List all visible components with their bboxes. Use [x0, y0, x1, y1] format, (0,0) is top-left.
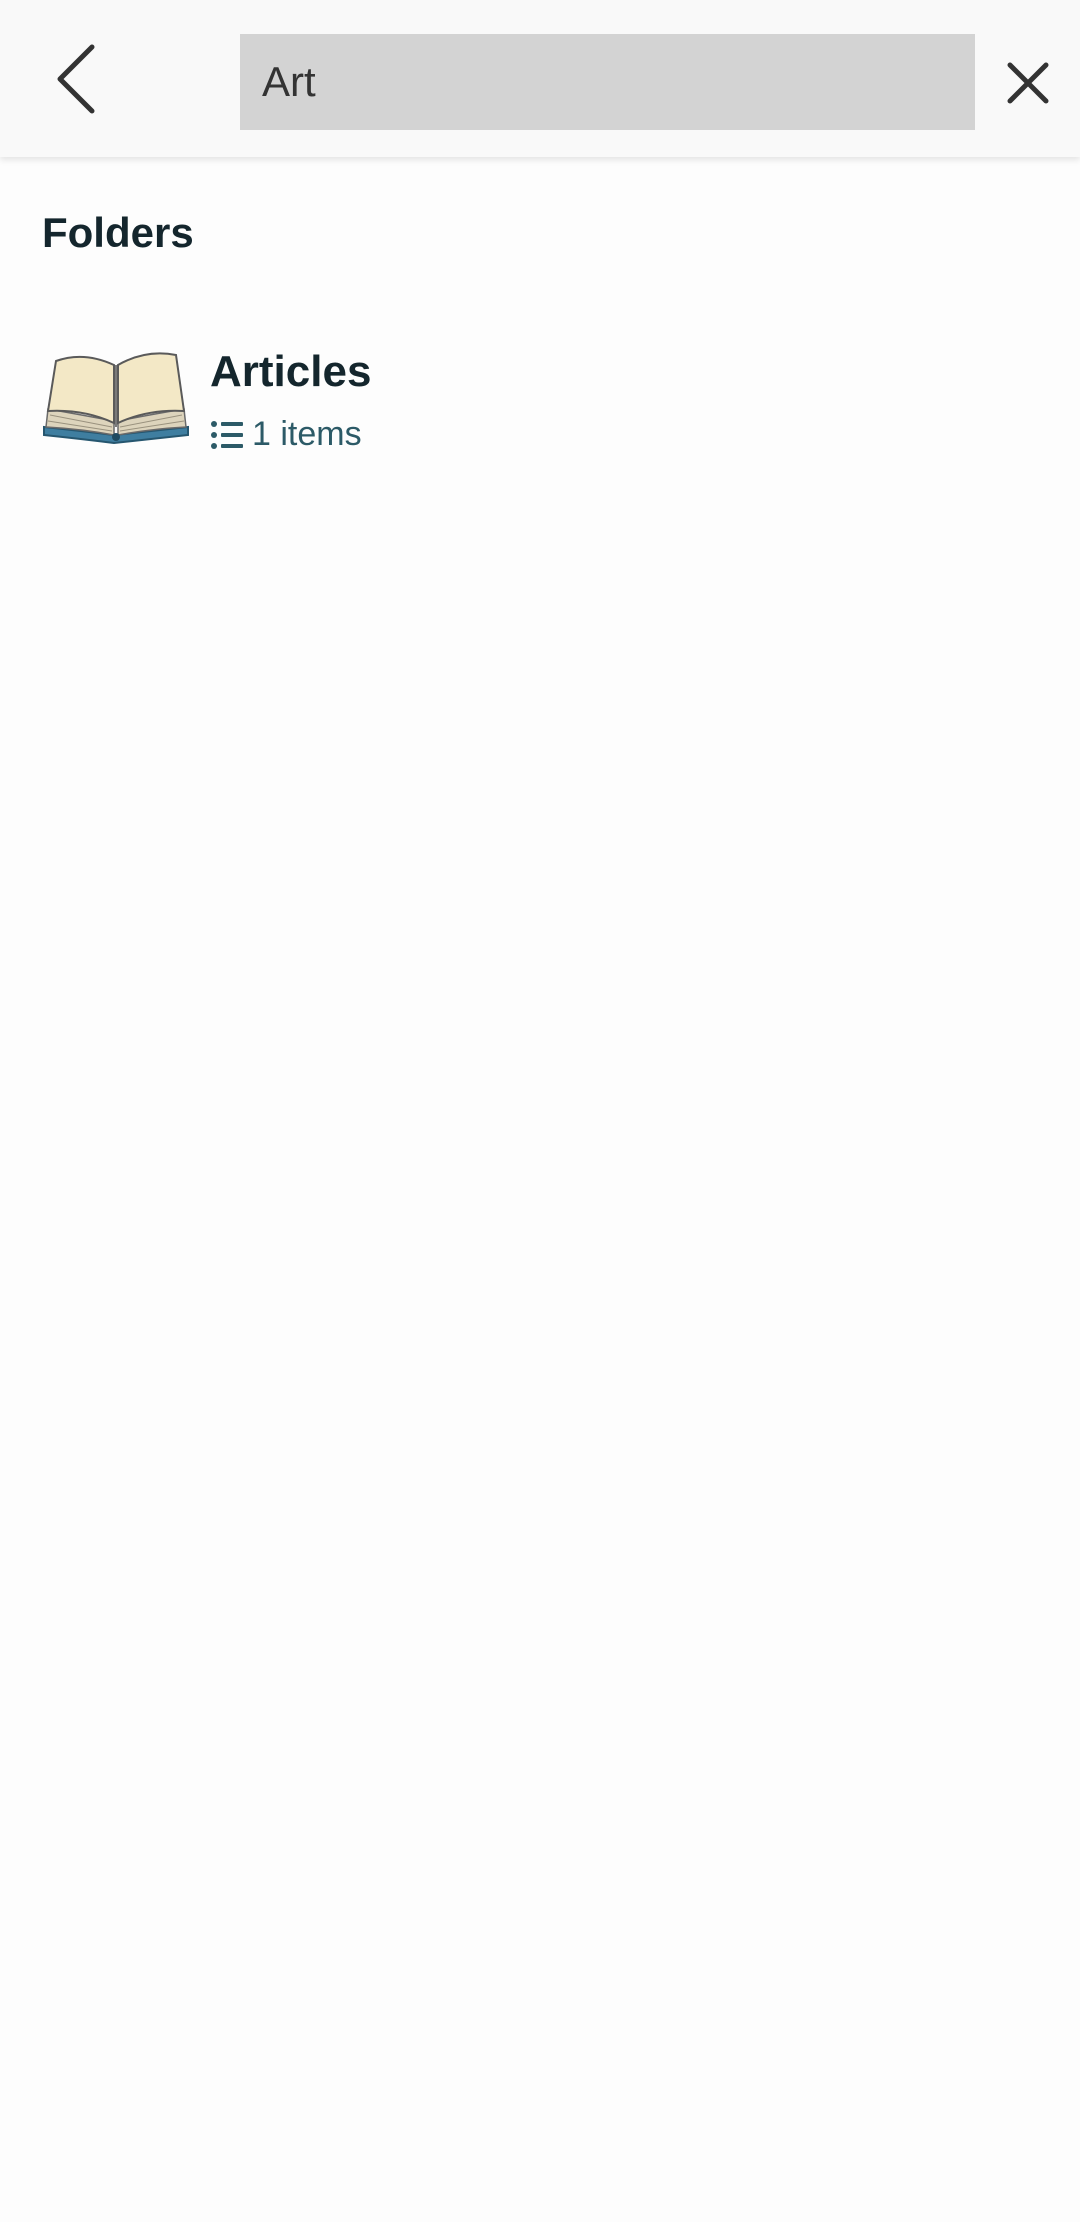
- list-icon: [211, 420, 243, 449]
- chevron-left-icon: [57, 44, 95, 114]
- open-book-image: [43, 352, 189, 445]
- folder-meta: 1 items: [210, 415, 362, 454]
- clear-search-button[interactable]: [990, 38, 1065, 128]
- folder-name: Articles: [210, 347, 372, 396]
- search-toolbar: [0, 0, 1080, 157]
- close-icon: [1007, 62, 1048, 104]
- folder-item-count: 1 items: [252, 415, 362, 453]
- folders-section-title: Folders: [42, 209, 194, 256]
- back-button[interactable]: [30, 34, 120, 124]
- folder-item[interactable]: Articles 1 items: [0, 327, 1080, 467]
- search-input[interactable]: [240, 34, 975, 130]
- app-screen: Folders Articles: [0, 0, 1080, 2222]
